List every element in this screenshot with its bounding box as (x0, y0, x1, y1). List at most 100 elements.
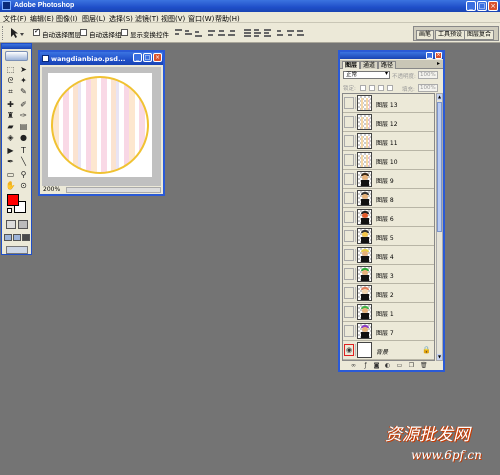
layer-link-slot[interactable] (355, 306, 356, 318)
layer-visibility-eye-icon[interactable] (344, 154, 354, 166)
magic-wand-tool-icon[interactable]: ✦ (18, 76, 29, 86)
layer-row[interactable]: 图层 11 (343, 132, 434, 151)
blur-tool-icon[interactable]: ◈ (5, 133, 16, 143)
clone-stamp-tool-icon[interactable]: ♜ (5, 111, 16, 121)
scroll-up-arrow[interactable]: ▲ (437, 94, 442, 100)
link-layers-icon[interactable]: ∞ (350, 363, 357, 369)
fill-field[interactable]: 100% (418, 84, 438, 92)
horizontal-scrollbar[interactable] (66, 187, 161, 193)
auto-select-group-checkbox[interactable] (80, 29, 87, 36)
palette-close-button[interactable]: × (435, 52, 442, 59)
lock-all-icon[interactable] (387, 85, 393, 91)
eyedropper-tool-icon[interactable]: ⚲ (18, 170, 29, 180)
options-grip[interactable] (2, 26, 5, 40)
marquee-tool-icon[interactable]: ⬚ (5, 65, 16, 75)
layer-link-slot[interactable] (355, 154, 356, 166)
hand-tool-icon[interactable]: ✋ (5, 181, 16, 191)
layer-row[interactable]: 图层 12 (343, 113, 434, 132)
new-group-icon[interactable]: ▭ (396, 363, 403, 369)
align-hcenter-icon[interactable] (217, 28, 226, 37)
distribute-vcenter-icon[interactable] (253, 28, 262, 37)
toolbox-title-bar[interactable] (2, 44, 31, 49)
distribute-bottom-icon[interactable] (263, 28, 272, 37)
layer-row[interactable]: 图层 7 (343, 322, 434, 341)
layer-visibility-eye-icon[interactable] (344, 211, 354, 223)
tab-layers[interactable]: 图层 (342, 61, 361, 69)
layer-visibility-eye-icon[interactable] (344, 306, 354, 318)
history-brush-tool-icon[interactable]: ✑ (18, 111, 29, 121)
distribute-right-icon[interactable] (296, 28, 305, 37)
quick-mask-mode-icon[interactable] (18, 220, 28, 229)
layer-row[interactable]: 图层 5 (343, 227, 434, 246)
scroll-thumb[interactable] (437, 102, 442, 232)
new-layer-icon[interactable]: ❐ (408, 363, 415, 369)
layer-row[interactable]: 图层 2 (343, 284, 434, 303)
close-button[interactable]: × (488, 1, 498, 11)
palette-title-bar[interactable]: _ × (340, 52, 443, 59)
well-tab-layer-comps[interactable]: 图层复合 (464, 30, 495, 40)
opacity-field[interactable]: 100% (418, 71, 438, 79)
layer-link-slot[interactable] (355, 287, 356, 299)
crop-tool-icon[interactable]: ⌗ (5, 87, 16, 97)
layer-link-slot[interactable] (355, 268, 356, 280)
foreground-color-swatch[interactable] (7, 194, 19, 206)
document-title-bar[interactable]: wangdianbiao.psd... _ □ × (40, 52, 163, 65)
layer-visibility-eye-icon[interactable] (344, 287, 354, 299)
layer-row[interactable]: 图层 4 (343, 246, 434, 265)
layer-row[interactable]: 背景 🔒 (343, 341, 434, 360)
align-bottom-icon[interactable] (194, 28, 203, 37)
canvas-area[interactable] (42, 67, 161, 186)
move-tool-preset-icon[interactable] (9, 27, 25, 39)
layer-visibility-eye-icon[interactable] (344, 135, 354, 147)
layer-link-slot[interactable] (355, 344, 356, 356)
layer-visibility-eye-icon[interactable] (344, 192, 354, 204)
shape-tool-icon[interactable]: ╲ (18, 157, 29, 167)
layer-link-slot[interactable] (355, 97, 356, 109)
distribute-left-icon[interactable] (276, 28, 285, 37)
layer-link-slot[interactable] (355, 325, 356, 337)
layer-visibility-eye-icon[interactable] (344, 249, 354, 261)
layer-mask-icon[interactable]: ◙ (373, 363, 380, 369)
adjustment-layer-icon[interactable]: ◐ (384, 363, 391, 369)
layer-visibility-eye-icon[interactable] (344, 230, 354, 242)
slice-tool-icon[interactable]: ✎ (18, 87, 29, 97)
zoom-level[interactable]: 200% (43, 186, 60, 194)
layer-visibility-eye-icon[interactable] (344, 268, 354, 280)
well-tab-tool-presets[interactable]: 工具预设 (435, 30, 466, 40)
layer-row[interactable]: 图层 6 (343, 208, 434, 227)
default-colors-icon[interactable] (7, 208, 12, 213)
type-tool-icon[interactable]: T (18, 146, 29, 156)
zoom-tool-icon[interactable]: ⊙ (18, 181, 29, 191)
document-minimize-button[interactable]: _ (133, 53, 142, 62)
pen-tool-icon[interactable]: ✒ (5, 157, 16, 167)
layer-visibility-eye-icon[interactable] (344, 97, 354, 109)
layer-row[interactable]: 图层 9 (343, 170, 434, 189)
layers-scrollbar[interactable]: ▲ ▼ (436, 93, 443, 361)
eraser-tool-icon[interactable]: ▰ (5, 122, 16, 132)
align-left-icon[interactable] (207, 28, 216, 37)
document-maximize-button[interactable]: □ (143, 53, 152, 62)
blend-mode-select[interactable]: 正常 (343, 71, 390, 79)
layer-link-slot[interactable] (355, 192, 356, 204)
layer-link-slot[interactable] (355, 230, 356, 242)
document-close-button[interactable]: × (153, 53, 162, 62)
dodge-tool-icon[interactable]: ● (18, 133, 29, 143)
layer-link-slot[interactable] (355, 211, 356, 223)
layer-visibility-eye-icon[interactable] (344, 173, 354, 185)
jump-to-imageready-icon[interactable] (6, 246, 28, 254)
standard-screen-mode-icon[interactable] (4, 234, 12, 241)
align-right-icon[interactable] (227, 28, 236, 37)
auto-select-layer-checkbox[interactable] (33, 27, 40, 36)
layer-row[interactable]: 图层 13 (343, 94, 434, 113)
layer-style-icon[interactable]: ƒ (362, 363, 369, 369)
align-vcenter-icon[interactable] (184, 28, 193, 37)
layer-visibility-eye-icon[interactable] (344, 344, 354, 356)
full-screen-mode-icon[interactable] (22, 234, 30, 241)
palette-minimize-button[interactable]: _ (426, 52, 433, 59)
layer-link-slot[interactable] (355, 116, 356, 128)
maximize-button[interactable]: □ (477, 1, 487, 11)
lock-position-icon[interactable] (378, 85, 384, 91)
minimize-button[interactable]: _ (466, 1, 476, 11)
scroll-down-arrow[interactable]: ▼ (437, 354, 442, 360)
gradient-tool-icon[interactable]: ▤ (18, 122, 29, 132)
